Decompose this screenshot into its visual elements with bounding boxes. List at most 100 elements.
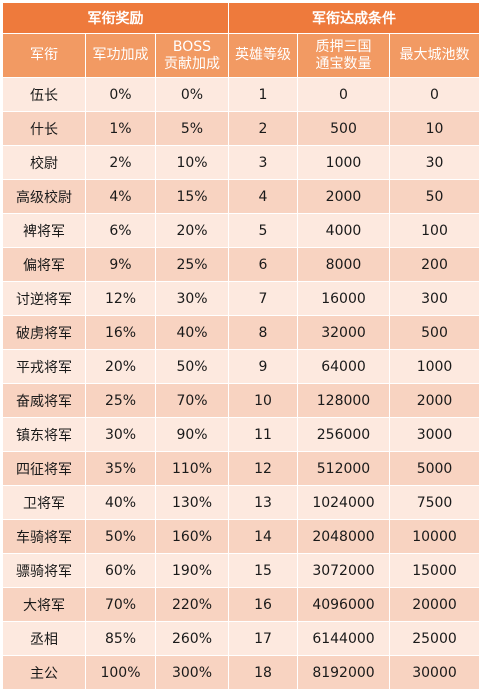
cell-rank: 车骑将军 xyxy=(2,519,86,554)
cell-pledge-amount: 32000 xyxy=(297,315,390,350)
cell-pledge-amount: 6144000 xyxy=(297,621,390,656)
cell-boss-bonus: 15% xyxy=(155,179,229,214)
cell-hero-level: 8 xyxy=(228,315,298,350)
cell-boss-bonus: 300% xyxy=(155,655,229,690)
cell-rank: 什长 xyxy=(2,111,86,146)
cell-rank: 骠骑将军 xyxy=(2,553,86,588)
cell-hero-level: 9 xyxy=(228,349,298,384)
table-row: 大将军 70% 220% 16 4096000 20000 xyxy=(2,587,481,622)
col-header-pledge-line2: 通宝数量 xyxy=(315,55,372,72)
cell-merit-bonus: 9% xyxy=(85,247,156,282)
col-header-merit-bonus: 军功加成 xyxy=(85,33,156,78)
cell-max-cities: 100 xyxy=(388,213,481,248)
table-row: 讨逆将军 12% 30% 7 16000 300 xyxy=(2,281,481,316)
table-row: 四征将军 35% 110% 12 512000 5000 xyxy=(2,451,481,486)
cell-merit-bonus: 35% xyxy=(85,451,156,486)
col-header-rank: 军衔 xyxy=(2,33,86,78)
cell-pledge-amount: 8192000 xyxy=(297,655,390,690)
group-header-condition: 军衔达成条件 xyxy=(227,2,481,34)
cell-rank: 破虏将军 xyxy=(2,315,86,350)
cell-merit-bonus: 12% xyxy=(85,281,156,316)
cell-hero-level: 3 xyxy=(228,145,298,180)
cell-max-cities: 5000 xyxy=(388,451,481,486)
cell-pledge-amount: 64000 xyxy=(297,349,390,384)
cell-boss-bonus: 70% xyxy=(155,383,229,418)
cell-rank: 主公 xyxy=(2,655,86,690)
cell-hero-level: 17 xyxy=(228,621,298,656)
cell-merit-bonus: 25% xyxy=(85,383,156,418)
table-row: 主公 100% 300% 18 8192000 30000 xyxy=(2,655,481,690)
table-row: 什长 1% 5% 2 500 10 xyxy=(2,111,481,146)
cell-boss-bonus: 20% xyxy=(155,213,229,248)
table-row: 镇东将军 30% 90% 11 256000 3000 xyxy=(2,417,481,452)
cell-rank: 伍长 xyxy=(2,77,86,112)
cell-merit-bonus: 50% xyxy=(85,519,156,554)
cell-rank: 丞相 xyxy=(2,621,86,656)
col-header-boss-bonus: BOSS 贡献加成 xyxy=(155,33,229,78)
cell-boss-bonus: 160% xyxy=(155,519,229,554)
col-header-max-cities: 最大城池数 xyxy=(388,33,481,78)
cell-merit-bonus: 6% xyxy=(85,213,156,248)
col-header-pledge-line1: 质押三国 xyxy=(315,38,372,55)
table-row: 卫将军 40% 130% 13 1024000 7500 xyxy=(2,485,481,520)
cell-boss-bonus: 90% xyxy=(155,417,229,452)
group-header-reward: 军衔奖励 xyxy=(2,2,229,34)
cell-max-cities: 3000 xyxy=(388,417,481,452)
cell-hero-level: 2 xyxy=(228,111,298,146)
cell-max-cities: 50 xyxy=(388,179,481,214)
cell-max-cities: 1000 xyxy=(388,349,481,384)
cell-pledge-amount: 4000 xyxy=(297,213,390,248)
cell-pledge-amount: 1024000 xyxy=(297,485,390,520)
cell-max-cities: 200 xyxy=(388,247,481,282)
cell-rank: 校尉 xyxy=(2,145,86,180)
col-header-pledge: 质押三国 通宝数量 xyxy=(297,33,390,78)
cell-rank: 四征将军 xyxy=(2,451,86,486)
cell-max-cities: 0 xyxy=(388,77,481,112)
table-row: 高级校尉 4% 15% 4 2000 50 xyxy=(2,179,481,214)
cell-rank: 裨将军 xyxy=(2,213,86,248)
cell-boss-bonus: 190% xyxy=(155,553,229,588)
cell-pledge-amount: 8000 xyxy=(297,247,390,282)
cell-boss-bonus: 5% xyxy=(155,111,229,146)
cell-pledge-amount: 500 xyxy=(297,111,390,146)
col-header-boss-line1: BOSS xyxy=(172,38,212,55)
cell-rank: 高级校尉 xyxy=(2,179,86,214)
cell-merit-bonus: 2% xyxy=(85,145,156,180)
rank-table: 军衔奖励 军衔达成条件 军衔 军功加成 BOSS 贡献加成 英雄等级 质押三国 通宝… xyxy=(2,2,481,690)
cell-hero-level: 16 xyxy=(228,587,298,622)
cell-boss-bonus: 30% xyxy=(155,281,229,316)
cell-max-cities: 10000 xyxy=(388,519,481,554)
cell-merit-bonus: 40% xyxy=(85,485,156,520)
cell-max-cities: 25000 xyxy=(388,621,481,656)
cell-pledge-amount: 3072000 xyxy=(297,553,390,588)
cell-pledge-amount: 128000 xyxy=(297,383,390,418)
cell-pledge-amount: 0 xyxy=(297,77,390,112)
cell-rank: 讨逆将军 xyxy=(2,281,86,316)
cell-boss-bonus: 25% xyxy=(155,247,229,282)
cell-rank: 大将军 xyxy=(2,587,86,622)
cell-boss-bonus: 0% xyxy=(155,77,229,112)
cell-merit-bonus: 20% xyxy=(85,349,156,384)
cell-rank: 偏将军 xyxy=(2,247,86,282)
group-header-row: 军衔奖励 军衔达成条件 xyxy=(2,2,481,34)
cell-merit-bonus: 85% xyxy=(85,621,156,656)
cell-max-cities: 20000 xyxy=(388,587,481,622)
cell-max-cities: 2000 xyxy=(388,383,481,418)
cell-rank: 镇东将军 xyxy=(2,417,86,452)
cell-hero-level: 12 xyxy=(228,451,298,486)
cell-hero-level: 7 xyxy=(228,281,298,316)
table-row: 裨将军 6% 20% 5 4000 100 xyxy=(2,213,481,248)
table-row: 平戎将军 20% 50% 9 64000 1000 xyxy=(2,349,481,384)
table-row: 骠骑将军 60% 190% 15 3072000 15000 xyxy=(2,553,481,588)
cell-pledge-amount: 2048000 xyxy=(297,519,390,554)
cell-hero-level: 1 xyxy=(228,77,298,112)
cell-boss-bonus: 10% xyxy=(155,145,229,180)
table-row: 丞相 85% 260% 17 6144000 25000 xyxy=(2,621,481,656)
cell-hero-level: 10 xyxy=(228,383,298,418)
cell-pledge-amount: 16000 xyxy=(297,281,390,316)
column-header-row: 军衔 军功加成 BOSS 贡献加成 英雄等级 质押三国 通宝数量 最大城池数 xyxy=(2,33,481,78)
cell-hero-level: 18 xyxy=(228,655,298,690)
cell-merit-bonus: 0% xyxy=(85,77,156,112)
cell-hero-level: 6 xyxy=(228,247,298,282)
cell-max-cities: 15000 xyxy=(388,553,481,588)
